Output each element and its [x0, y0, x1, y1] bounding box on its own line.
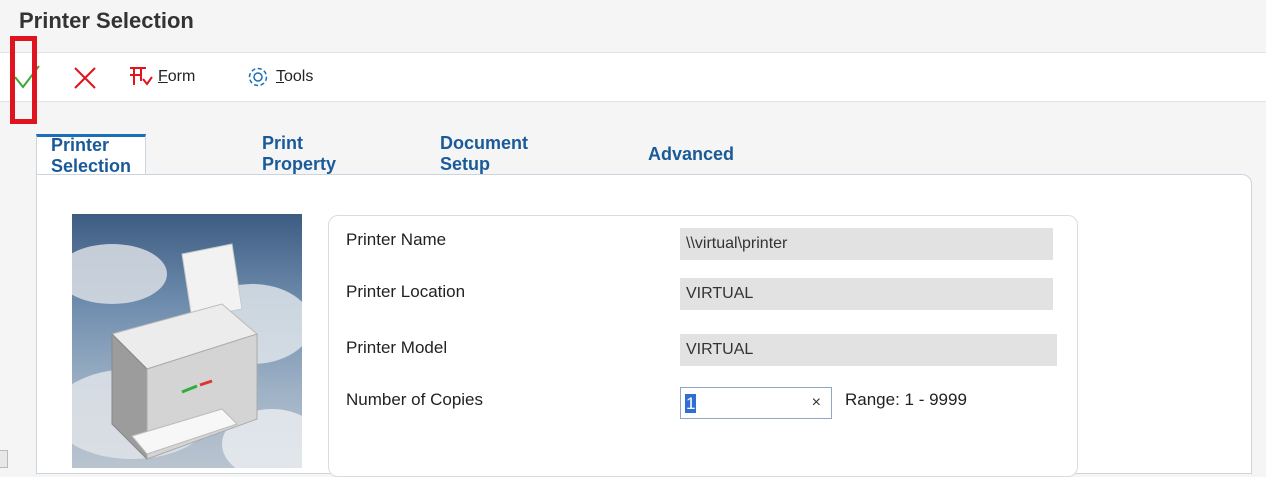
- form-icon: [130, 67, 153, 86]
- tab-document-setup[interactable]: Document Setup: [440, 133, 528, 174]
- clear-icon[interactable]: ×: [812, 394, 821, 412]
- copies-value[interactable]: 1: [685, 394, 697, 413]
- toolbar: Form Tools: [0, 52, 1266, 102]
- printer-model-value: VIRTUAL: [680, 334, 1057, 366]
- ok-button[interactable]: [12, 63, 42, 91]
- printer-image: [72, 214, 302, 468]
- tools-menu-button[interactable]: Tools: [246, 65, 313, 89]
- tools-menu-label: Tools: [276, 68, 314, 85]
- printer-model-label: Printer Model: [346, 338, 448, 357]
- title-bar: Printer Selection: [0, 0, 1266, 52]
- checkmark-icon: [14, 65, 40, 89]
- collapse-handle[interactable]: [0, 450, 8, 468]
- printer-name-value: \\virtual\printer: [680, 228, 1053, 260]
- tab-advanced[interactable]: Advanced: [648, 134, 734, 174]
- tab-print-property[interactable]: Print Property: [262, 133, 336, 174]
- copies-input[interactable]: 1 ×: [680, 387, 832, 419]
- printer-name-label: Printer Name: [346, 230, 447, 249]
- printer-location-label: Printer Location: [346, 282, 466, 301]
- page-title: Printer Selection: [19, 8, 194, 33]
- copies-range: Range: 1 - 9999: [845, 390, 967, 409]
- tab-printer-selection[interactable]: Printer Selection: [36, 134, 147, 176]
- form-menu-label: Form: [158, 68, 196, 85]
- printer-location-value: VIRTUAL: [680, 278, 1053, 310]
- cancel-button[interactable]: [72, 65, 98, 91]
- gear-icon: [248, 67, 268, 87]
- close-icon: [74, 67, 96, 89]
- copies-label: Number of Copies: [346, 390, 484, 409]
- form-menu-button[interactable]: Form: [128, 65, 195, 89]
